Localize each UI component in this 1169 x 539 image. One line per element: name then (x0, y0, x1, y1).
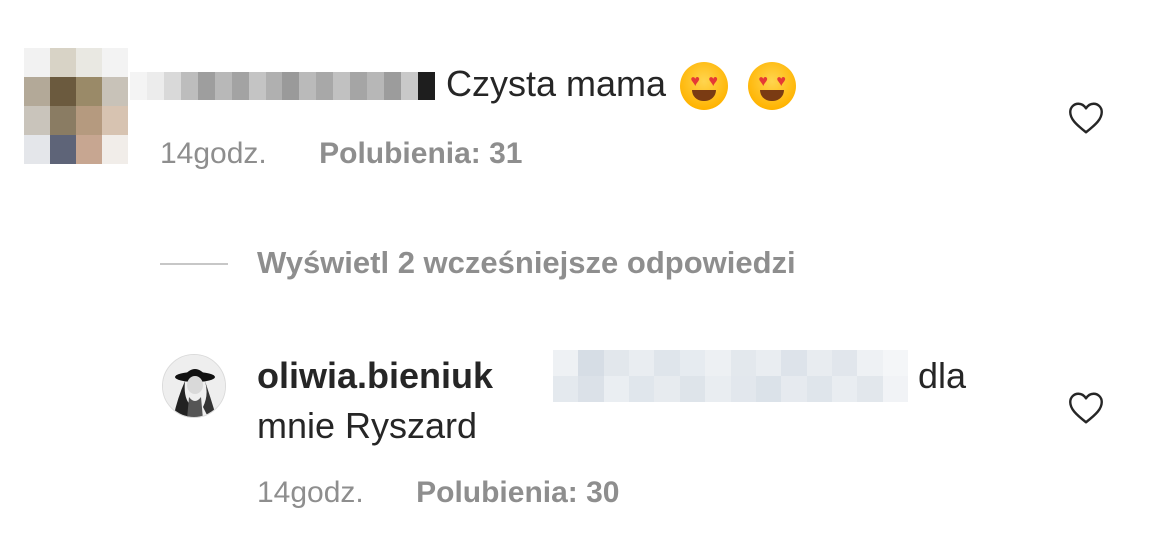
comment-likes-count[interactable]: Polubienia: 31 (319, 137, 522, 170)
reply-meta: 14godz. Polubienia: 30 (257, 476, 620, 510)
reply-text-line2: mnie Ryszard (257, 405, 478, 446)
view-earlier-replies-button[interactable]: Wyświetl 2 wcześniejsze odpowiedzi (257, 245, 796, 281)
heart-eyes-emoji-icon: ♥ ♥ (748, 62, 797, 111)
mention-blurred[interactable] (553, 350, 908, 402)
reply-time: 14godz. (257, 476, 364, 509)
reply-avatar[interactable] (162, 354, 226, 418)
like-heart-icon[interactable] (1068, 391, 1104, 425)
comment-meta: 14godz. Polubienia: 31 (160, 137, 523, 171)
reply-text-after-mention: dla (918, 355, 967, 396)
reply-likes-count[interactable]: Polubienia: 30 (416, 476, 619, 509)
commenter-username-blurred[interactable] (130, 72, 435, 100)
comment-time: 14godz. (160, 137, 267, 170)
reply-username[interactable]: oliwia.bieniuk (257, 355, 493, 396)
person-in-hat-photo-icon (163, 355, 225, 417)
replies-divider (160, 263, 228, 265)
reply-first-line: oliwia.bieniuk (257, 352, 493, 400)
heart-eyes-emoji-icon: ♥ ♥ (680, 62, 729, 111)
like-heart-icon[interactable] (1068, 101, 1104, 135)
comment-text: Czysta mama ♥ ♥ ♥ ♥ (446, 62, 797, 111)
comment-body: Czysta mama (446, 63, 667, 104)
commenter-avatar-blurred[interactable] (24, 48, 128, 164)
